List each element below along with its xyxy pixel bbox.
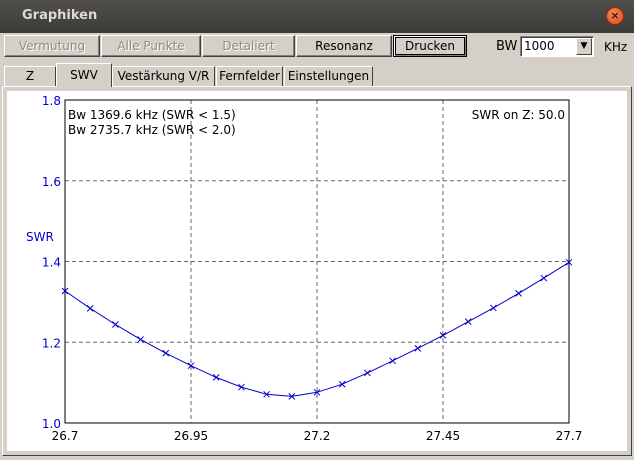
y-tick-label: 1.0: [42, 417, 61, 431]
chart-grid: [65, 100, 569, 423]
swr-point-marker: [137, 336, 144, 343]
swr-point-marker: [338, 380, 346, 388]
y-tick-label: 1.4: [42, 256, 61, 270]
swr-point-marker: [162, 349, 170, 357]
swr-point-marker: [464, 318, 472, 326]
swr-point-marker: [490, 304, 497, 312]
annotation-bw-15: Bw 1369.6 kHz (SWR < 1.5): [68, 108, 236, 122]
swr-series: [61, 258, 573, 400]
x-tick-label: 26.95: [174, 429, 208, 443]
annotation-bw-20: Bw 2735.7 kHz (SWR < 2.0): [68, 123, 236, 137]
swr-point-marker: [515, 290, 522, 297]
tab-swv[interactable]: SWV: [56, 63, 112, 87]
y-tick-label: 1.2: [42, 336, 61, 350]
y-axis-label: SWR: [26, 230, 54, 244]
swr-point-marker: [112, 321, 119, 328]
swr-point-marker: [238, 383, 245, 391]
x-tick-label: 27.45: [426, 429, 460, 443]
y-tick-label: 1.8: [42, 94, 61, 108]
x-tick-label: 27.7: [556, 429, 583, 443]
annotation-swr-on-z: SWR on Z: 50.0: [472, 108, 565, 122]
y-tick-label: 1.6: [42, 175, 61, 189]
swr-point-marker: [389, 357, 396, 365]
swr-point-marker: [212, 374, 220, 381]
tick-labels: 26.7 26.95 27.2 27.45 27.7 1.0 1.2 1.4 1.6 1.8: [42, 94, 582, 443]
swr-point-marker: [540, 274, 548, 282]
swr-point-marker: [364, 369, 371, 377]
x-tick-label: 26.7: [52, 429, 79, 443]
swr-point-marker: [86, 304, 94, 312]
x-tick-label: 27.2: [304, 429, 331, 443]
swr-point-marker: [414, 344, 422, 352]
